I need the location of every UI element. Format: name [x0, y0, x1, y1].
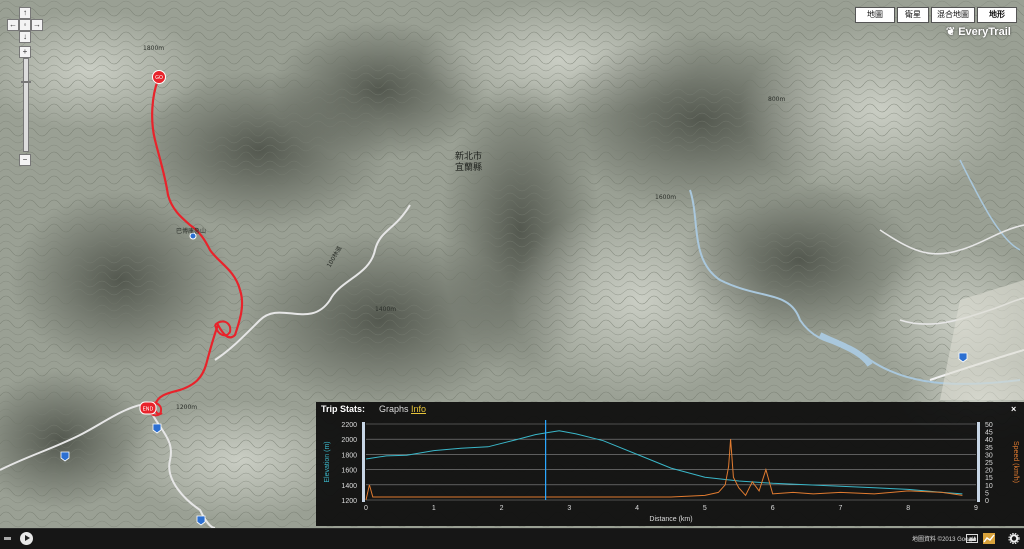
elevation-series-line — [365, 430, 963, 495]
elevation-speed-chart: 1200140016001800200022000510152025303540… — [324, 420, 1019, 523]
y-right-tick-label: 15 — [985, 475, 993, 482]
map-type-terrain-button[interactable]: 地形 — [977, 7, 1017, 23]
x-tick-label: 1 — [432, 505, 436, 512]
tab-info[interactable]: Info — [411, 402, 426, 416]
start-marker-icon[interactable]: GO — [151, 69, 167, 87]
right-axis-bar — [977, 422, 980, 502]
map-copyright: 地圖資料 ©2013 Google — [912, 537, 977, 543]
map-type-hybrid-button[interactable]: 混合地圖 — [931, 7, 975, 23]
left-axis-bar — [362, 422, 365, 502]
x-tick-label: 8 — [906, 505, 910, 512]
chart-icon[interactable] — [983, 533, 995, 544]
city-name: 新北市 — [455, 152, 483, 162]
y-left-tick-label: 2200 — [341, 422, 357, 429]
x-tick-label: 9 — [974, 505, 978, 512]
brand-name: EveryTrail — [958, 25, 1011, 38]
close-button[interactable]: × — [1011, 402, 1016, 416]
trip-stats-header: Trip Stats: Graphs Info × — [316, 402, 1024, 416]
trip-stats-title: Trip Stats: — [321, 404, 366, 414]
map-type-map-button[interactable]: 地圖 — [855, 7, 895, 23]
brand-logo: ❦ EveryTrail — [946, 25, 1011, 39]
x-tick-label: 6 — [771, 505, 775, 512]
pan-down-button[interactable]: ↓ — [19, 31, 31, 43]
y-right-tick-label: 45 — [985, 430, 993, 437]
x-tick-label: 5 — [703, 505, 707, 512]
y-right-tick-label: 35 — [985, 445, 993, 452]
y-right-tick-label: 5 — [985, 490, 989, 497]
gear-icon[interactable] — [1008, 533, 1020, 544]
y-right-tick-label: 40 — [985, 437, 993, 444]
trip-stats-panel: Trip Stats: Graphs Info × 1200 1400 1600 18… — [316, 402, 1024, 526]
tab-graphs[interactable]: Graphs — [379, 402, 409, 416]
pan-up-button[interactable]: ↑ — [19, 7, 31, 19]
player-bar-icon — [4, 537, 11, 540]
y-left-tick-label: 1600 — [341, 468, 357, 475]
terrain-map[interactable]: GO END 新北市 宜蘭縣 巴博庫魯山 100林道 1800m 1400m 1… — [0, 0, 1024, 528]
start-marker-label: GO — [155, 75, 163, 81]
end-marker-label: END — [143, 407, 154, 413]
city-label: 新北市 宜蘭縣 — [455, 152, 482, 174]
y-left-tick-label: 1200 — [341, 498, 357, 505]
elevation-label: 800m — [768, 96, 786, 103]
map-type-switcher: 地圖 衛星 混合地圖 地形 — [855, 7, 1019, 23]
end-marker-icon[interactable]: END — [139, 401, 157, 415]
bottom-toolbar — [0, 528, 1024, 549]
footprint-icon: ❦ — [946, 26, 956, 38]
y-right-tick-label: 25 — [985, 460, 993, 467]
x-tick-label: 3 — [567, 505, 571, 512]
y-right-tick-label: 20 — [985, 468, 993, 475]
peak-label: 巴博庫魯山 — [176, 228, 207, 235]
county-name: 宜蘭縣 — [455, 163, 483, 173]
elevation-label: 1400m — [375, 306, 397, 313]
elevation-label: 1600m — [655, 194, 677, 201]
elevation-label: 1800m — [143, 45, 165, 52]
y-right-tick-label: 10 — [985, 483, 993, 490]
zoom-out-button[interactable]: − — [19, 154, 31, 166]
elevation-label: 1200m — [176, 404, 198, 411]
y-right-axis-label: Speed (km/h) — [1012, 441, 1019, 483]
y-left-axis-label: Elevation (m) — [324, 441, 331, 482]
zoom-handle[interactable] — [21, 81, 31, 83]
y-left-tick-label: 2000 — [341, 437, 357, 444]
pan-center-button[interactable]: ◦ — [19, 19, 31, 31]
pan-right-button[interactable]: → — [31, 19, 43, 31]
x-tick-label: 7 — [838, 505, 842, 512]
pan-left-button[interactable]: ← — [7, 19, 19, 31]
y-right-tick-label: 30 — [985, 452, 993, 459]
y-left-tick-label: 1800 — [341, 452, 357, 459]
zoom-in-button[interactable]: + — [19, 46, 31, 58]
y-right-tick-label: 50 — [985, 422, 993, 429]
x-tick-label: 0 — [364, 505, 368, 512]
x-tick-label: 4 — [635, 505, 639, 512]
play-button[interactable] — [20, 532, 33, 545]
x-tick-label: 2 — [500, 505, 504, 512]
zoom-slider[interactable] — [21, 58, 31, 152]
map-type-satellite-button[interactable]: 衛星 — [897, 7, 929, 23]
y-left-tick-label: 1400 — [341, 483, 357, 490]
x-axis-label: Distance (km) — [649, 516, 692, 523]
y-right-tick-label: 0 — [985, 498, 989, 505]
